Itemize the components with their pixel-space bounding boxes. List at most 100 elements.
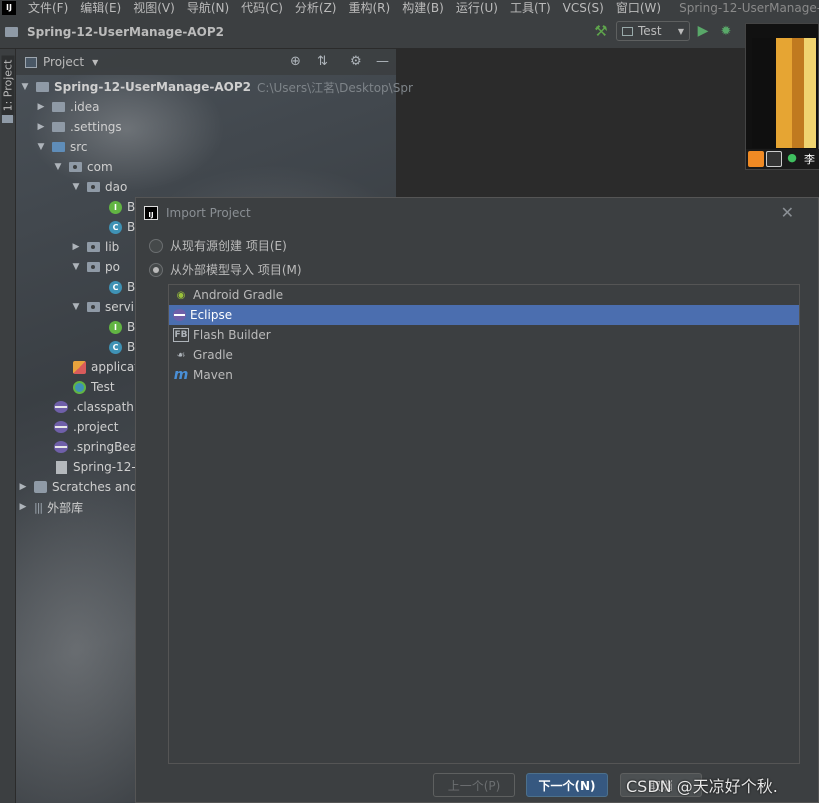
class-icon: C: [109, 280, 122, 294]
tree-row-dao[interactable]: ▼ dao: [71, 177, 128, 197]
run-icon[interactable]: ▶: [690, 23, 716, 39]
project-folder-icon: [5, 26, 18, 37]
user-icon[interactable]: [748, 151, 764, 167]
class-icon: C: [109, 340, 122, 354]
menu-tools[interactable]: 工具(T): [510, 0, 551, 15]
menu-refactor[interactable]: 重构(R): [349, 0, 391, 15]
tree-label: Scratches and: [52, 480, 138, 494]
model-item-maven[interactable]: m Maven: [169, 365, 799, 385]
tree-row-po[interactable]: ▼ po: [71, 257, 120, 277]
tree-row-root[interactable]: ▼ Spring-12-UserManage-AOP2 C:\Users\江茗\…: [20, 77, 413, 97]
tree-row-idea[interactable]: ▶ .idea: [36, 97, 100, 117]
close-icon[interactable]: ✕: [781, 203, 794, 222]
run-configuration-select[interactable]: Test ▼: [616, 21, 690, 41]
project-tool-tab[interactable]: 1: Project: [1, 55, 15, 116]
radio-button-checked[interactable]: [149, 262, 163, 277]
menu-build[interactable]: 构建(B): [402, 0, 444, 15]
tree-label: servi: [105, 300, 135, 314]
menu-file[interactable]: 文件(F): [28, 0, 68, 15]
tree-row-dao-interface[interactable]: I B: [109, 197, 135, 217]
menu-code[interactable]: 代码(C): [241, 0, 283, 15]
project-view-icon: [25, 56, 37, 68]
screen-share-icon[interactable]: [766, 151, 782, 167]
model-item-eclipse[interactable]: Eclipse: [169, 305, 799, 325]
build-hammer-icon[interactable]: ⚒: [590, 22, 612, 40]
collapse-arrow-icon[interactable]: ▶: [36, 102, 46, 112]
menu-view[interactable]: 视图(V): [133, 0, 175, 15]
tree-label: .project: [73, 420, 119, 434]
model-item-flash-builder[interactable]: FB Flash Builder: [169, 325, 799, 345]
tree-path-hint: C:\Users\江茗\Desktop\Spr: [257, 80, 413, 95]
tree-row-src[interactable]: ▼ src: [36, 137, 88, 157]
expand-arrow-icon[interactable]: ▼: [36, 142, 46, 152]
tree-row-application-xml[interactable]: applicat: [73, 357, 139, 377]
model-item-android-gradle[interactable]: ◉ Android Gradle: [169, 285, 799, 305]
tree-row-service[interactable]: ▼ servi: [71, 297, 134, 317]
expand-arrow-icon[interactable]: ▼: [71, 182, 81, 192]
folder-icon: [52, 102, 65, 112]
video-call-thumbnail[interactable]: ● 李: [745, 23, 819, 170]
expand-arrow-icon[interactable]: ▼: [71, 302, 81, 312]
menu-window[interactable]: 窗口(W): [616, 0, 661, 15]
tree-label: 外部库: [47, 500, 84, 515]
tree-row-po-class[interactable]: C B: [109, 277, 135, 297]
menu-run[interactable]: 运行(U): [456, 0, 498, 15]
tree-row-classpath[interactable]: .classpath: [54, 397, 134, 417]
hide-minimize-icon[interactable]: —: [376, 54, 389, 69]
tree-label: com: [87, 160, 113, 174]
model-label: Gradle: [193, 348, 233, 362]
tree-row-dao-class[interactable]: C B: [109, 217, 135, 237]
radio-import-external-model[interactable]: 从外部模型导入 项目(M): [149, 261, 302, 278]
previous-button[interactable]: 上一个(P): [433, 773, 515, 797]
model-label: Android Gradle: [193, 288, 284, 302]
package-icon: [69, 162, 82, 172]
microphone-icon[interactable]: ●: [784, 151, 800, 167]
menu-navigate[interactable]: 导航(N): [187, 0, 229, 15]
menu-analyze[interactable]: 分析(Z): [295, 0, 337, 15]
tree-label: src: [70, 140, 88, 154]
android-icon: ◉: [176, 289, 186, 301]
model-item-gradle[interactable]: ☙ Gradle: [169, 345, 799, 365]
structure-tab-icon[interactable]: [2, 115, 13, 123]
tree-row-settings[interactable]: ▶ .settings: [36, 117, 122, 137]
collapse-arrow-icon[interactable]: ▶: [71, 242, 81, 252]
tree-label: B: [127, 280, 136, 294]
tree-row-scratches[interactable]: ▶ Scratches and: [18, 477, 138, 497]
scratches-icon: [34, 481, 47, 493]
run-toolbar: ⚒ Test ▼ ▶ ✹: [590, 21, 736, 41]
expand-arrow-icon[interactable]: ▼: [53, 162, 63, 172]
run-config-icon: [622, 26, 633, 36]
collapse-arrow-icon[interactable]: ▶: [36, 122, 46, 132]
tree-row-lib[interactable]: ▶ lib: [71, 237, 120, 257]
import-project-dialog: IJ Import Project ✕ 从现有源创建 项目(E) 从外部模型导入…: [135, 197, 819, 803]
eclipse-icon: [173, 309, 186, 321]
gear-icon[interactable]: ⚙: [350, 54, 362, 69]
debug-bug-icon[interactable]: ✹: [716, 24, 736, 39]
tree-row-iml[interactable]: Spring-12-: [56, 457, 136, 477]
tree-row-service-class[interactable]: C B: [109, 337, 135, 357]
project-view-title[interactable]: Project: [43, 55, 84, 69]
radio-create-from-sources[interactable]: 从现有源创建 项目(E): [149, 237, 287, 254]
collapse-arrow-icon[interactable]: ▶: [18, 502, 28, 512]
window-title: Spring-12-UserManage-AOP: [679, 0, 819, 15]
collapse-all-icon[interactable]: ⇅: [317, 54, 328, 69]
radio-button[interactable]: [149, 238, 163, 253]
tree-row-com[interactable]: ▼ com: [53, 157, 113, 177]
tree-row-test[interactable]: Test: [73, 377, 115, 397]
chevron-down-icon[interactable]: ▼: [92, 58, 98, 67]
tree-row-external-libs[interactable]: ▶ ||| 外部库: [18, 497, 84, 517]
tree-row-springbeans[interactable]: .springBea: [54, 437, 137, 457]
folder-icon: [52, 122, 65, 132]
expand-arrow-icon[interactable]: ▼: [20, 82, 30, 92]
tree-label: Spring-12-UserManage-AOP2: [54, 80, 252, 94]
tree-row-project[interactable]: .project: [54, 417, 118, 437]
collapse-arrow-icon[interactable]: ▶: [18, 482, 28, 492]
expand-arrow-icon[interactable]: ▼: [71, 262, 81, 272]
locate-target-icon[interactable]: ⊕: [290, 54, 301, 69]
breadcrumb-project[interactable]: Spring-12-UserManage-AOP2: [27, 25, 224, 39]
menu-vcs[interactable]: VCS(S): [563, 1, 604, 15]
tree-row-service-interface[interactable]: I B: [109, 317, 135, 337]
next-button[interactable]: 下一个(N): [526, 773, 608, 797]
tree-label: po: [105, 260, 120, 274]
menu-edit[interactable]: 编辑(E): [80, 0, 121, 15]
